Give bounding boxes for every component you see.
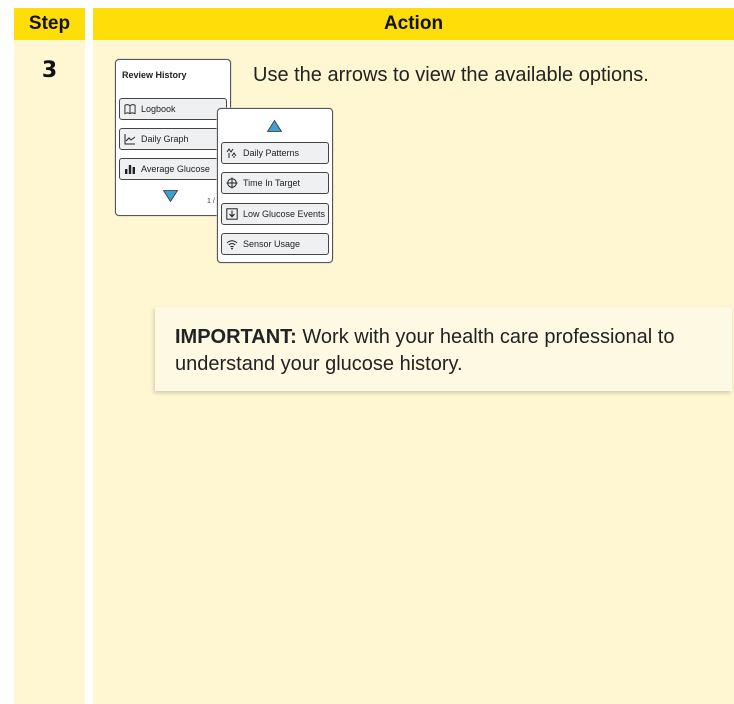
up-arrow-icon[interactable] — [267, 120, 282, 132]
bar-chart-icon — [124, 163, 136, 175]
important-note-text: IMPORTANT: Work with your health care pr… — [175, 324, 720, 378]
options-screen: Daily Patterns Time In Target Low Glucos… — [217, 108, 333, 263]
average-glucose-option[interactable]: Average Glucose — [119, 158, 227, 180]
daily-patterns-option[interactable]: Daily Patterns — [221, 142, 329, 164]
low-glucose-icon — [226, 208, 238, 220]
screen-title: Review History — [122, 70, 187, 80]
down-arrow-icon[interactable] — [163, 190, 178, 202]
wireless-icon — [226, 238, 238, 250]
option-label: Average Glucose — [141, 164, 210, 174]
low-glucose-events-option[interactable]: Low Glucose Events — [221, 203, 329, 225]
option-label: Time In Target — [243, 178, 301, 188]
important-label: IMPORTANT: — [175, 326, 297, 348]
important-note: IMPORTANT: Work with your health care pr… — [155, 307, 732, 391]
action-column-header: Action — [93, 8, 734, 40]
step-number: 3 — [41, 58, 58, 83]
book-icon — [124, 103, 136, 115]
page-indicator: 1 / — [207, 198, 215, 205]
option-label: Logbook — [141, 104, 176, 114]
target-icon — [226, 177, 238, 189]
time-in-target-option[interactable]: Time In Target — [221, 172, 329, 194]
daily-graph-option[interactable]: Daily Graph — [119, 128, 227, 150]
option-label: Daily Patterns — [243, 148, 300, 158]
step-column-header: Step — [14, 8, 85, 40]
sensor-usage-option[interactable]: Sensor Usage — [221, 233, 329, 255]
option-label: Daily Graph — [141, 134, 189, 144]
option-label: Low Glucose Events — [243, 209, 326, 219]
daily-patterns-icon — [226, 147, 238, 159]
review-history-screen: Review History Logbook Daily Graph Avera… — [115, 59, 231, 216]
option-label: Sensor Usage — [243, 239, 301, 249]
line-graph-icon — [124, 133, 136, 145]
step-column — [14, 40, 85, 704]
instruction-text: Use the arrows to view the available opt… — [253, 64, 649, 86]
logbook-option[interactable]: Logbook — [119, 98, 227, 120]
